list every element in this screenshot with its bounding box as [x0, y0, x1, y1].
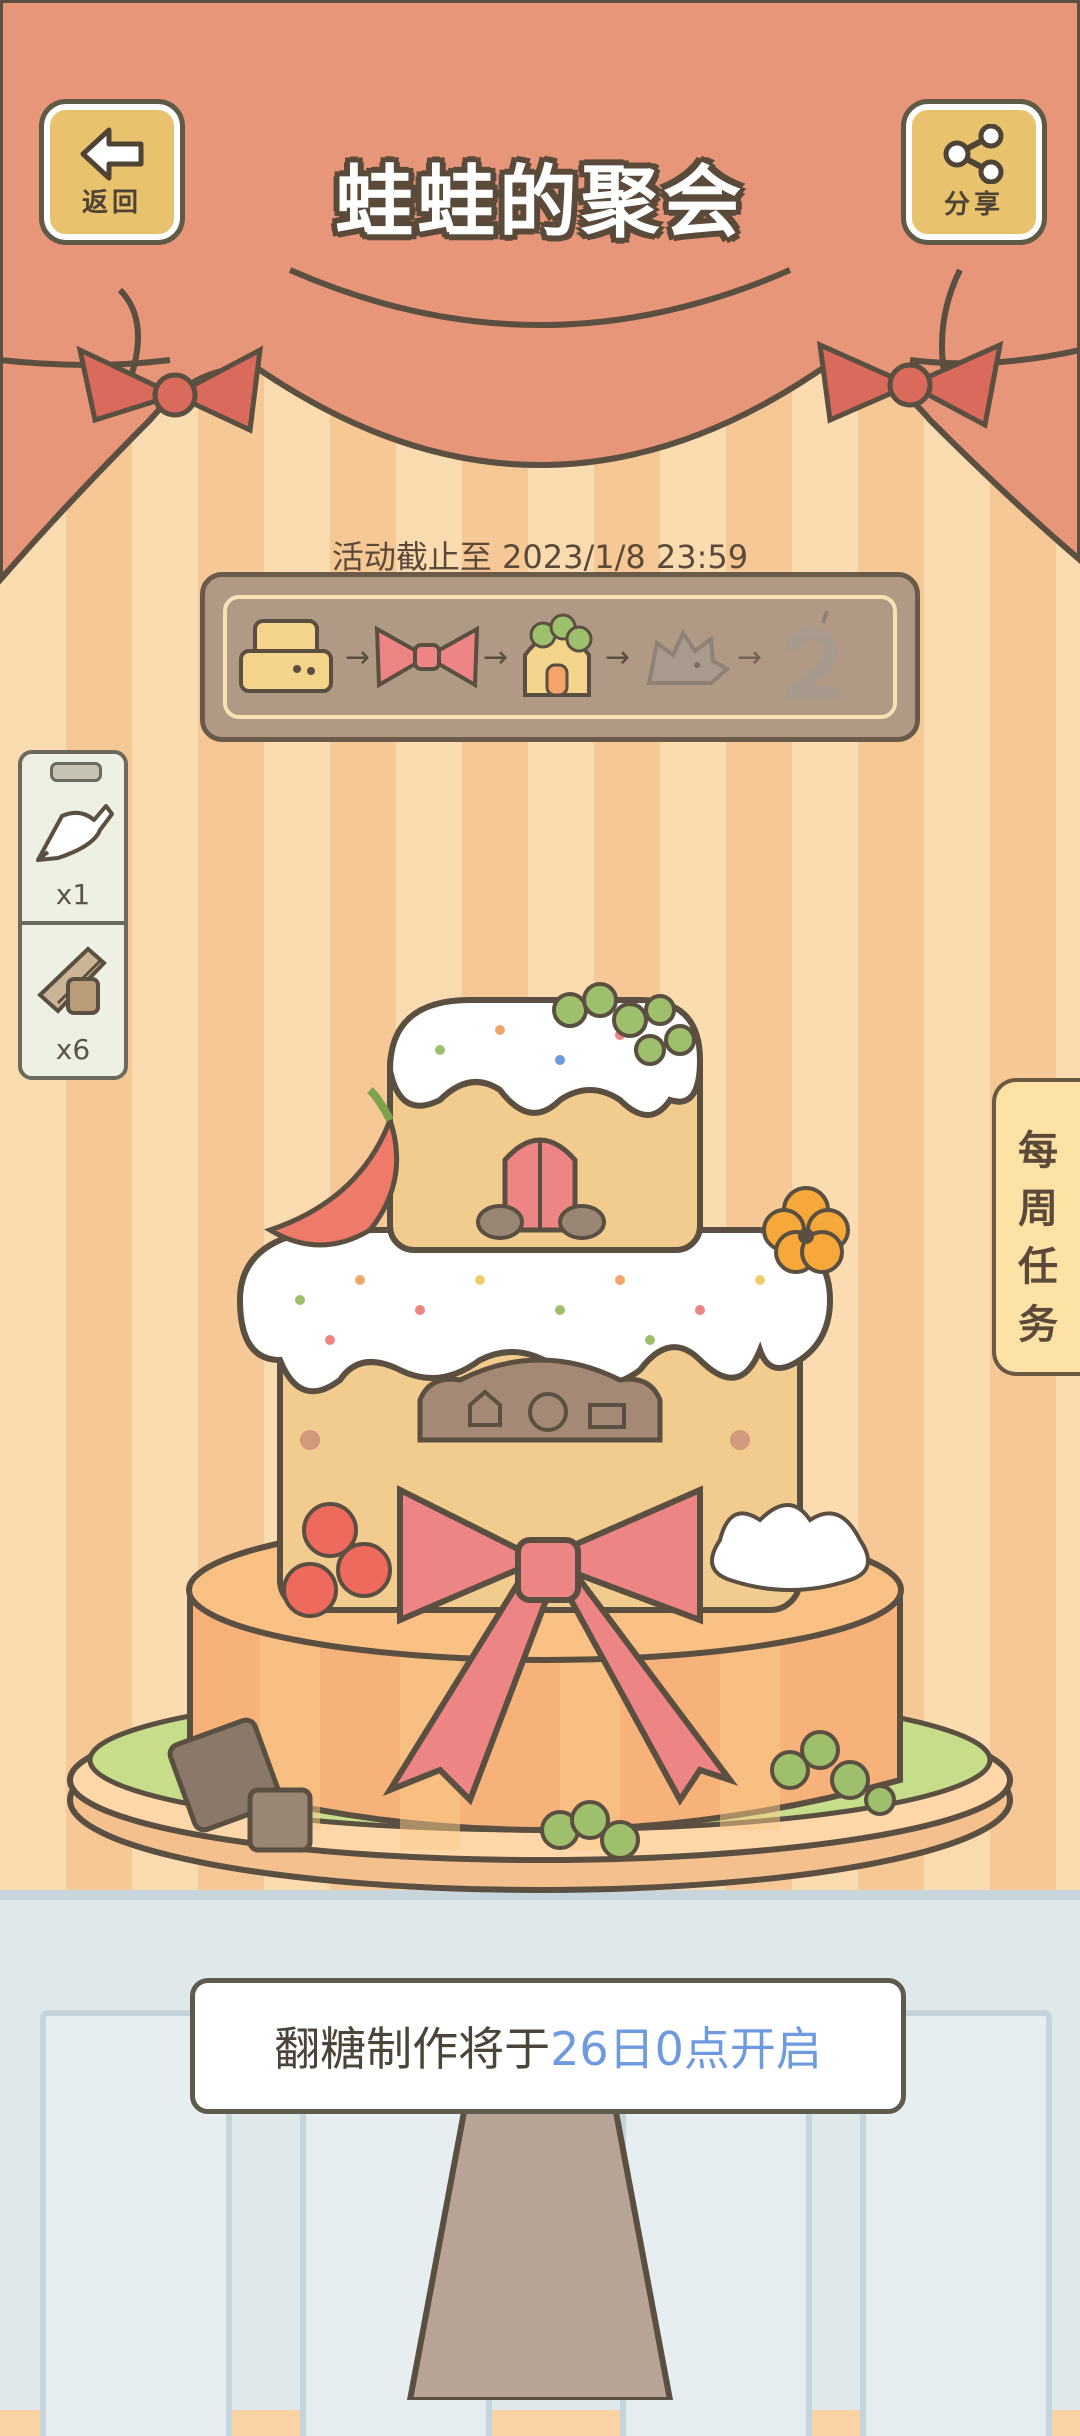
svg-text:→: →	[483, 640, 508, 675]
sidebar-item-piping-bag[interactable]: x1	[22, 766, 124, 925]
number-two-icon	[786, 610, 840, 700]
svg-text:→: →	[737, 640, 762, 675]
event-progress-panel: → → → →	[200, 572, 920, 742]
clover-house-icon	[523, 613, 593, 697]
share-icon	[943, 123, 1004, 184]
piping-bag-count: x1	[55, 878, 91, 911]
piping-bag-icon	[36, 804, 114, 862]
bow-icon	[374, 625, 480, 689]
notice-prefix: 翻糖制作将于	[274, 2022, 551, 2076]
svg-text:→: →	[605, 640, 630, 675]
fondant-notice: 翻糖制作将于 26日0点开启	[190, 1978, 906, 2114]
notice-highlight: 26日0点开启	[550, 2022, 822, 2076]
hedgehog-icon	[646, 628, 731, 685]
cake-base-icon	[239, 619, 333, 693]
curtain	[0, 0, 1080, 585]
share-label: 分享	[943, 189, 1004, 220]
share-button[interactable]: 分享	[906, 104, 1042, 240]
flower	[762, 1186, 850, 1274]
arrow-icon: →	[345, 640, 370, 675]
cake-scene	[67, 982, 1013, 1893]
cake-stand-leg	[406, 2080, 674, 2400]
